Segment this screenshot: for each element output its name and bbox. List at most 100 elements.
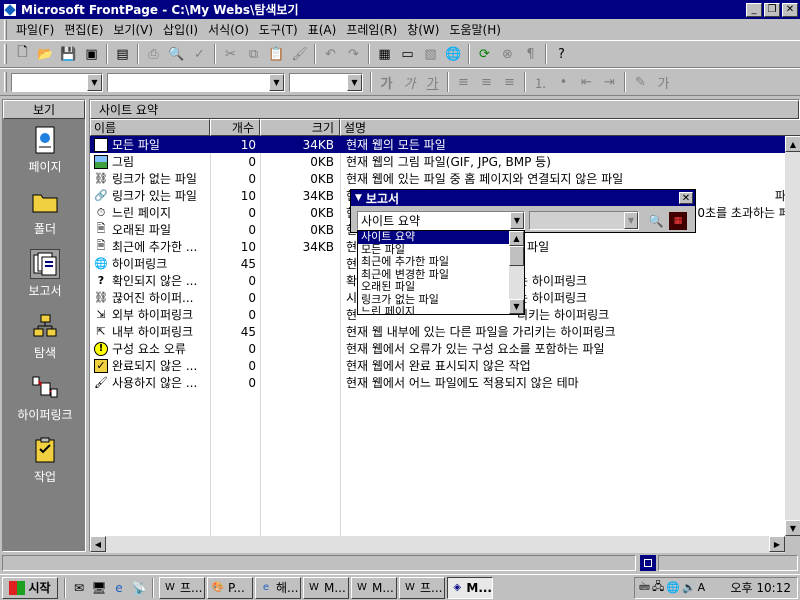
dropdown-arrow-icon[interactable]: ▼ [347, 73, 362, 91]
column-header-count[interactable]: 개수 [210, 119, 260, 136]
table-row[interactable]: ! 구성 요소 오류 0 현재 웹에서 오류가 있는 구성 요소를 포함하는 파일 [90, 340, 800, 357]
taskbar-item[interactable]: e 해... [255, 576, 301, 599]
dropdown-arrow-icon[interactable]: ▼ [269, 73, 284, 91]
show-desktop-icon[interactable]: 🖥 [89, 578, 109, 598]
folder-list-icon[interactable]: ▤ [111, 43, 134, 65]
table-row[interactable]: ⇱ 내부 하이퍼링크 45 현재 웹 내부에 있는 다른 파일을 가리키는 하이퍼… [90, 323, 800, 340]
internet-explorer-icon[interactable]: e [109, 578, 129, 598]
dropdown-option[interactable]: 사이트 요약 [358, 231, 524, 244]
volume-icon[interactable]: 🔊 [682, 581, 696, 594]
dropdown-arrow-icon[interactable]: ▼ [510, 212, 524, 229]
taskbar-item-active[interactable]: ◈ M... [447, 576, 493, 599]
font-combo[interactable]: ▼ [107, 72, 285, 92]
network-icon[interactable]: 🖧 [652, 578, 664, 597]
paste-icon[interactable]: 📋 [265, 43, 288, 65]
format-painter-icon[interactable]: 🖌 [288, 43, 311, 65]
menubar-grip[interactable] [4, 19, 7, 40]
close-button[interactable]: ✕ [782, 2, 798, 17]
increase-indent-icon[interactable]: ⇥ [598, 71, 621, 93]
menu-format[interactable]: 서식(O) [203, 21, 254, 38]
dropdown-arrow-icon[interactable]: ▼ [87, 73, 102, 91]
minimize-button[interactable]: _ [746, 2, 762, 17]
report-setting-select[interactable]: ▼ [529, 211, 639, 230]
print-icon[interactable]: ⎙ [142, 43, 165, 65]
view-hyperlinks[interactable]: 하이퍼링크 [3, 367, 87, 429]
table-row[interactable]: 모든 파일 10 34KB 현재 웹의 모든 파일 [90, 136, 800, 153]
scroll-left-icon[interactable]: ◀ [90, 536, 106, 552]
scroll-up-icon[interactable]: ▲ [509, 231, 524, 246]
taskbar-item[interactable]: W 프... [159, 576, 205, 599]
align-left-icon[interactable]: ≡ [452, 71, 475, 93]
numbering-icon[interactable]: ⒈ [529, 71, 552, 93]
hyperlink-toolbar-icon[interactable]: 🌐 [442, 43, 465, 65]
stop-icon[interactable]: ⊗ [496, 43, 519, 65]
refresh-icon[interactable]: ⟳ [473, 43, 496, 65]
scroll-thumb[interactable] [509, 246, 524, 266]
dropdown-scrollbar[interactable]: ▲ ▼ [509, 231, 524, 314]
spelling-icon[interactable]: ✓ [188, 43, 211, 65]
decrease-indent-icon[interactable]: ⇤ [575, 71, 598, 93]
dropdown-option[interactable]: 느린 페이지 [358, 306, 524, 314]
menu-window[interactable]: 창(W) [402, 21, 444, 38]
column-header-size[interactable]: 크기 [260, 119, 340, 136]
menu-tools[interactable]: 도구(T) [254, 21, 303, 38]
report-select[interactable]: 사이트 요약 ▼ [357, 211, 525, 230]
view-tasks[interactable]: 작업 [3, 429, 87, 491]
view-page[interactable]: 페이지 [3, 119, 87, 181]
undo-icon[interactable]: ↶ [319, 43, 342, 65]
save-icon[interactable]: 💾 [57, 43, 80, 65]
globe-icon[interactable]: 🌐 [666, 581, 680, 594]
toolbar-grip[interactable] [4, 72, 7, 92]
menu-edit[interactable]: 편집(E) [59, 21, 108, 38]
redo-icon[interactable]: ↷ [342, 43, 365, 65]
view-navigation[interactable]: 탐색 [3, 305, 87, 367]
style-combo[interactable]: ▼ [11, 72, 103, 92]
column-header-name[interactable]: 이름 [90, 119, 210, 136]
align-right-icon[interactable]: ≡ [498, 71, 521, 93]
taskbar-item[interactable]: W M... [351, 576, 397, 599]
open-icon[interactable]: 📂 [34, 43, 57, 65]
font-color-icon[interactable]: 가 [652, 71, 675, 93]
menu-file[interactable]: 파일(F) [11, 21, 59, 38]
scroll-down-icon[interactable]: ▼ [785, 520, 800, 536]
table-row[interactable]: ✓ 완료되지 않은 ... 0 현재 웹에서 완료 표시되지 않은 작업 [90, 357, 800, 374]
taskbar-item[interactable]: W M... [303, 576, 349, 599]
underline-icon[interactable]: 가 [421, 71, 444, 93]
restore-button[interactable]: ❐ [764, 2, 780, 17]
menu-view[interactable]: 보기(V) [108, 21, 158, 38]
menu-insert[interactable]: 삽입(I) [158, 21, 203, 38]
column-header-description[interactable]: 설명 [340, 119, 800, 136]
outlook-express-icon[interactable]: ✉ [69, 578, 89, 598]
table-row[interactable]: ⛓ 링크가 없는 파일 0 0KB 현재 웹에 있는 파일 중 홈 페이지와 연결… [90, 170, 800, 187]
cut-icon[interactable]: ✂ [219, 43, 242, 65]
menu-table[interactable]: 표(A) [303, 21, 342, 38]
align-center-icon[interactable]: ≡ [475, 71, 498, 93]
menu-frames[interactable]: 프레임(R) [341, 21, 402, 38]
insert-picture-icon[interactable]: ▧ [419, 43, 442, 65]
close-icon[interactable]: ✕ [679, 192, 693, 204]
channels-icon[interactable]: 📡 [129, 578, 149, 598]
publish-web-icon[interactable]: ▣ [80, 43, 103, 65]
preview-icon[interactable]: 🔍 [165, 43, 188, 65]
new-page-icon[interactable]: 🗋 [11, 43, 34, 65]
view-folder[interactable]: 폴더 [3, 181, 87, 243]
bold-icon[interactable]: 가 [375, 71, 398, 93]
frontpage-app-icon[interactable] [3, 2, 17, 17]
start-button[interactable]: 시작 [2, 576, 58, 599]
insert-component-icon[interactable]: ▦ [373, 43, 396, 65]
horizontal-scrollbar[interactable]: ◀ ▶ [90, 536, 800, 553]
report-table-icon[interactable]: ▦ [669, 212, 687, 230]
table-row[interactable]: 🖌 사용하지 않은 ... 0 현재 웹에서 어느 파일에도 적용되지 않은 테마 [90, 374, 800, 391]
vertical-scrollbar[interactable]: ▲ ▼ [785, 136, 800, 536]
taskbar-item[interactable]: 🎨 P... [207, 576, 253, 599]
help-icon[interactable]: ? [550, 43, 573, 65]
table-row[interactable]: 그림 0 0KB 현재 웹의 그림 파일(GIF, JPG, BMP 등) [90, 153, 800, 170]
italic-icon[interactable]: 가 [398, 71, 421, 93]
taskbar-item[interactable]: W 프... [399, 576, 445, 599]
scroll-down-icon[interactable]: ▼ [509, 299, 524, 314]
menu-help[interactable]: 도움말(H) [444, 21, 506, 38]
toolbar-menu-arrow-icon[interactable]: ▼ [355, 193, 362, 203]
input-method-icon[interactable]: 🖮 [639, 578, 650, 597]
scroll-right-icon[interactable]: ▶ [769, 536, 785, 552]
bullets-icon[interactable]: • [552, 71, 575, 93]
